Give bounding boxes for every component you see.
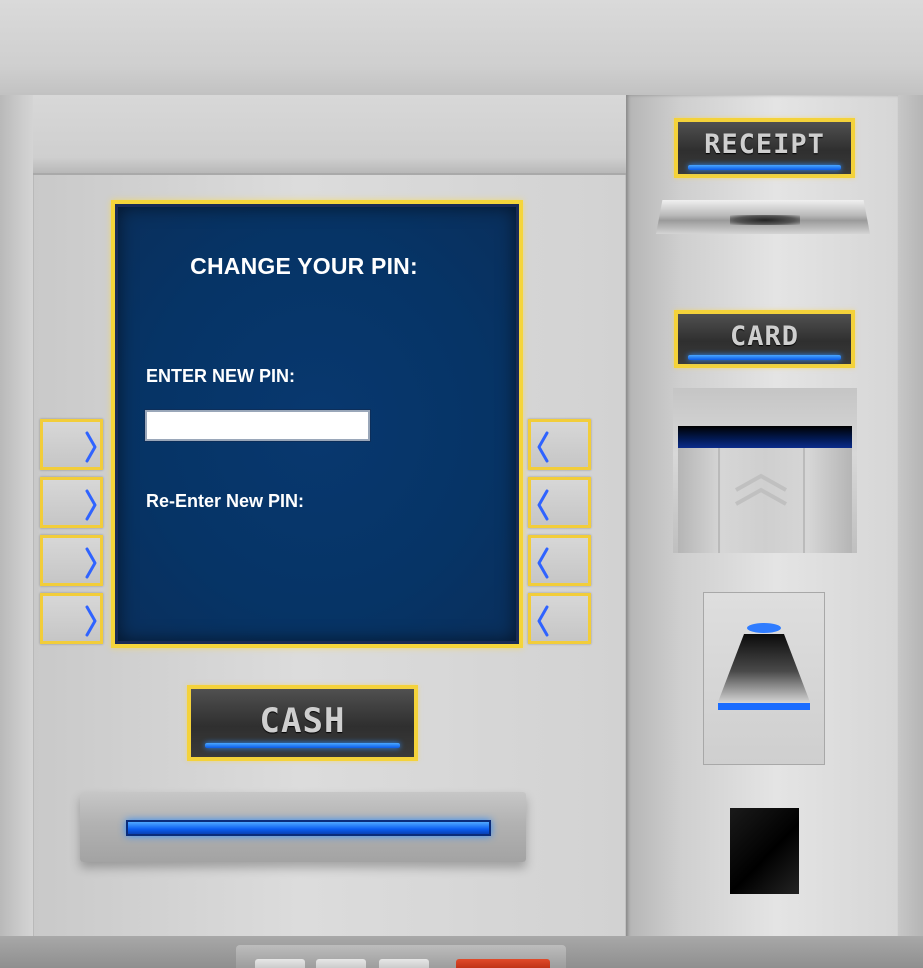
cash-button-label: CASH [259, 701, 346, 741]
keypad-key[interactable] [255, 959, 305, 968]
new-pin-label: ENTER NEW PIN: [146, 366, 296, 386]
receipt-button-label: RECEIPT [704, 129, 825, 160]
scanner-icon[interactable] [716, 620, 812, 714]
atm-right-edge [898, 95, 923, 940]
atm-top-housing [0, 0, 923, 95]
page-title: CHANGE YOUR PIN: [190, 253, 418, 279]
chevron-left-icon [537, 605, 549, 637]
left-selector-button-4[interactable] [40, 593, 103, 644]
card-button[interactable]: CARD [674, 310, 855, 368]
atm-panel-header [33, 95, 626, 175]
receipt-indicator-light [688, 165, 841, 170]
card-slot[interactable] [678, 426, 852, 448]
camera-sensor [730, 808, 799, 894]
left-selector-button-2[interactable] [40, 477, 103, 528]
chevron-left-icon [537, 547, 549, 579]
cash-button[interactable]: CASH [187, 685, 418, 761]
card-guide-ridge [803, 448, 805, 553]
chevron-left-icon [537, 489, 549, 521]
right-selector-button-4[interactable] [528, 593, 591, 644]
right-selector-button-2[interactable] [528, 477, 591, 528]
chevron-left-icon [537, 431, 549, 463]
left-selector-button-1[interactable] [40, 419, 103, 470]
right-selector-button-3[interactable] [528, 535, 591, 586]
receipt-slot-opening [730, 215, 800, 225]
chevron-right-icon [85, 547, 97, 579]
card-guide-ridge [718, 448, 720, 553]
left-selector-button-3[interactable] [40, 535, 103, 586]
keypad-cancel-key[interactable] [456, 959, 550, 968]
card-button-label: CARD [729, 321, 800, 352]
cash-dispenser-slot[interactable] [126, 820, 491, 836]
chevron-up-icon [735, 473, 787, 506]
keypad-key[interactable] [379, 959, 429, 968]
new-pin-field[interactable] [144, 409, 371, 442]
keypad-key[interactable] [316, 959, 366, 968]
right-selector-button-1[interactable] [528, 419, 591, 470]
chevron-right-icon [85, 605, 97, 637]
reenter-pin-label: Re-Enter New PIN: [146, 491, 305, 511]
receipt-button[interactable]: RECEIPT [674, 118, 855, 178]
cash-indicator-light [205, 743, 400, 748]
chevron-right-icon [85, 431, 97, 463]
chevron-right-icon [85, 489, 97, 521]
card-indicator-light [688, 355, 841, 360]
